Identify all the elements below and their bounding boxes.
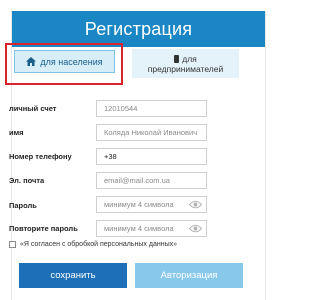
page-title: Регистрация	[84, 18, 193, 39]
consent-row: «Я согласен с обробкой персональных данн…	[9, 241, 177, 248]
tab-business-label-line1: для	[182, 53, 197, 64]
account-field[interactable]: 12010544	[96, 100, 207, 117]
name-placeholder: Коляда Николай Иванович	[104, 128, 198, 137]
password-repeat-field[interactable]: минимум 4 символа	[96, 220, 207, 237]
name-field[interactable]: Коляда Николай Иванович	[96, 124, 207, 141]
account-placeholder: 12010544	[104, 104, 138, 113]
consent-label: «Я согласен с обробкой персональных данн…	[20, 241, 177, 248]
password-label: Пароль	[9, 201, 37, 210]
email-placeholder: email@mail.com.ua	[104, 176, 170, 185]
tab-business[interactable]: для предпринимателей	[132, 49, 239, 78]
tab-individuals[interactable]: для населения	[14, 50, 115, 73]
password-field[interactable]: минимум 4 символа	[96, 196, 207, 213]
tab-business-label-line2: предпринимателей	[147, 63, 224, 74]
email-field[interactable]: email@mail.com.ua	[96, 172, 207, 189]
phone-label: Номер телефону	[9, 152, 72, 161]
login-button[interactable]: Авторизация	[135, 263, 243, 288]
save-button[interactable]: сохранить	[19, 263, 127, 288]
home-icon	[26, 57, 37, 66]
account-label: личный счет	[9, 104, 57, 113]
tab-highlight-frame: для населения	[5, 43, 123, 85]
header-bar: Регистрация	[12, 11, 265, 47]
name-label: имя	[9, 128, 24, 137]
tab-individuals-label: для населения	[40, 56, 103, 67]
phone-icon	[174, 54, 180, 63]
eye-icon[interactable]	[188, 224, 203, 233]
email-label: Эл. почта	[9, 176, 45, 185]
phone-field[interactable]: +38	[96, 148, 207, 165]
phone-value: +38	[104, 152, 117, 161]
eye-icon[interactable]	[188, 200, 203, 209]
consent-checkbox[interactable]	[9, 241, 16, 248]
password-repeat-label: Повторите пароль	[9, 224, 78, 233]
password-placeholder: минимум 4 символа	[104, 200, 174, 209]
password-repeat-placeholder: минимум 4 символа	[104, 224, 174, 233]
